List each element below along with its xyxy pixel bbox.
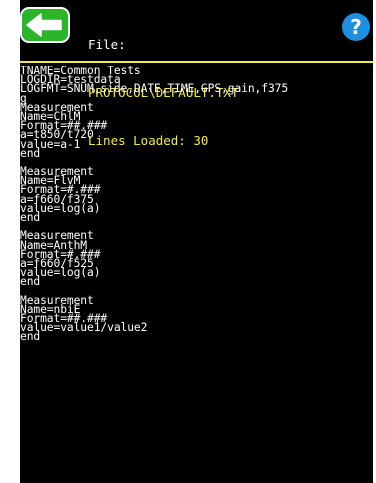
file-content[interactable]: TNAME=Common Tests LOGDIR=testdata LOGFMT=… [20, 66, 373, 483]
help-icon: ? [350, 15, 362, 39]
header-divider [20, 61, 373, 63]
content-line: value=log(a) [20, 266, 101, 280]
file-label: File: [88, 37, 126, 52]
screen: File: PROTOCOL\DEFAULT.TXT Lines Loaded:… [20, 0, 373, 483]
back-arrow-icon [26, 13, 62, 37]
content-line: value=log(a) [20, 201, 101, 215]
help-button[interactable]: ? [342, 13, 370, 41]
content-line: LOGFMT=SNUM,side,DATE,TIME,GPS,gain,f375 [20, 82, 289, 96]
content-line: value=a-1 [20, 137, 81, 151]
back-button[interactable] [20, 7, 70, 43]
content-line: value=value1/value2 [20, 321, 148, 335]
header: File: PROTOCOL\DEFAULT.TXT Lines Loaded:… [20, 0, 373, 148]
